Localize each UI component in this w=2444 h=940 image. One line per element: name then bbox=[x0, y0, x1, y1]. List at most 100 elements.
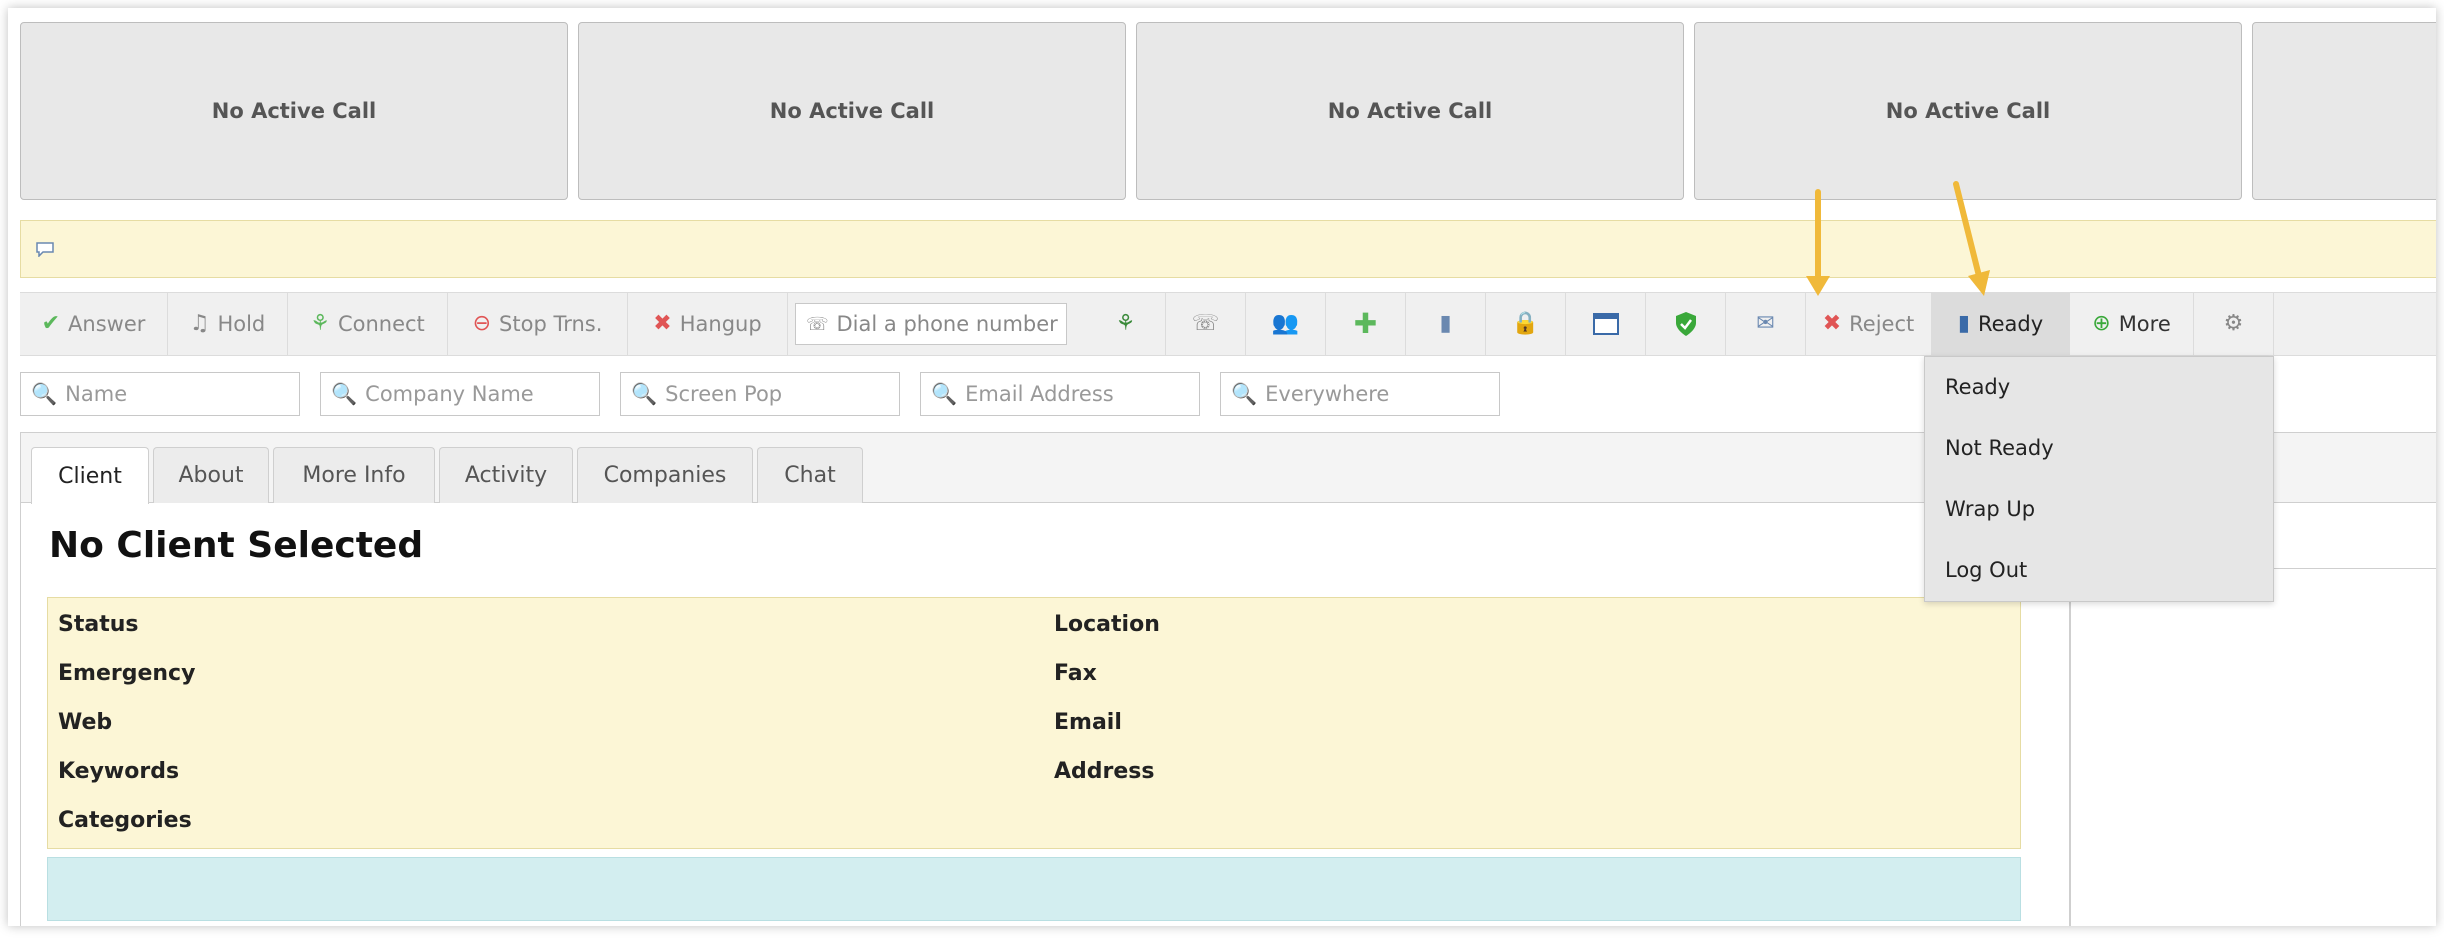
dialpad-button[interactable]: ☏ bbox=[1166, 293, 1246, 355]
address-label: Address bbox=[1054, 759, 1155, 784]
stop-transfer-button[interactable]: ⊖ Stop Trns. bbox=[448, 293, 628, 355]
call-status: No Active Call bbox=[211, 99, 377, 123]
check-icon: ✔ bbox=[41, 311, 61, 336]
status-label: Status bbox=[58, 612, 139, 637]
notification-bar bbox=[20, 220, 2436, 278]
phone-button[interactable]: ▮ bbox=[1406, 293, 1486, 355]
lock-button[interactable]: 🔒 bbox=[1486, 293, 1566, 355]
everywhere-search-field[interactable]: 🔍 Everywhere bbox=[1220, 372, 1500, 416]
hold-button[interactable]: ♫ Hold bbox=[168, 293, 288, 355]
envelope-icon: ✉ bbox=[1756, 311, 1775, 336]
contacts-button[interactable]: 👥 bbox=[1246, 293, 1326, 355]
notes-bar bbox=[47, 857, 2021, 921]
dial-input[interactable]: ☏ Dial a phone number bbox=[795, 303, 1067, 345]
tab-label: Activity bbox=[464, 463, 548, 488]
tab-label: Chat bbox=[784, 463, 836, 488]
tab-client[interactable]: Client bbox=[31, 447, 149, 504]
email-search-field[interactable]: 🔍 Email Address bbox=[920, 372, 1200, 416]
x-icon: ✖ bbox=[1822, 311, 1842, 336]
menu-item-not-ready[interactable]: Not Ready bbox=[1945, 436, 2054, 460]
menu-item-wrap-up[interactable]: Wrap Up bbox=[1945, 497, 2035, 521]
x-icon: ✖ bbox=[653, 311, 672, 336]
web-label: Web bbox=[58, 710, 113, 735]
everywhere-placeholder: Everywhere bbox=[1265, 382, 1390, 406]
fax-label: Fax bbox=[1054, 661, 1097, 686]
transfer-icon: ⚘ bbox=[1115, 311, 1136, 336]
screen-pop-search-field[interactable]: 🔍 Screen Pop bbox=[620, 372, 900, 416]
music-note-icon: ♫ bbox=[189, 311, 210, 336]
call-panel-2[interactable]: No Active Call bbox=[578, 22, 1126, 200]
hold-label: Hold bbox=[217, 312, 266, 336]
call-status: No Active Call bbox=[1885, 99, 2051, 123]
stop-icon: ⊖ bbox=[472, 311, 492, 336]
transfer-icon-button[interactable]: ⚘ bbox=[1086, 293, 1166, 355]
tab-about[interactable]: About bbox=[153, 447, 269, 503]
screen-pop-placeholder: Screen Pop bbox=[665, 382, 783, 406]
hangup-button[interactable]: ✖ Hangup bbox=[628, 293, 788, 355]
plus-icon: ✚ bbox=[1353, 307, 1378, 340]
tab-activity[interactable]: Activity bbox=[439, 447, 573, 503]
answer-button[interactable]: ✔ Answer bbox=[20, 293, 168, 355]
add-button[interactable]: ✚ bbox=[1326, 293, 1406, 355]
email-button[interactable]: ✉ bbox=[1726, 293, 1806, 355]
more-label: More bbox=[2118, 312, 2171, 336]
tab-label: Companies bbox=[603, 463, 727, 488]
window-icon bbox=[1592, 313, 1619, 335]
mobile-phone-icon: ▮ bbox=[1957, 311, 1970, 336]
company-placeholder: Company Name bbox=[365, 382, 534, 406]
reject-label: Reject bbox=[1849, 312, 1915, 336]
call-panel-5[interactable] bbox=[2252, 22, 2436, 200]
app-window: No Active Call No Active Call No Active … bbox=[8, 8, 2436, 926]
call-panels: No Active Call No Active Call No Active … bbox=[20, 22, 2436, 202]
client-info-box: Status Emergency Web Keywords Categories… bbox=[47, 597, 2021, 849]
name-placeholder: Name bbox=[65, 382, 128, 406]
reject-button[interactable]: ✖ Reject bbox=[1806, 293, 1932, 355]
people-icon: 👥 bbox=[1271, 311, 1300, 336]
menu-item-ready[interactable]: Ready bbox=[1945, 375, 2010, 399]
tab-bar: Client About More Info Activity Companie… bbox=[21, 433, 2069, 504]
connect-button[interactable]: ⚘ Connect bbox=[288, 293, 448, 355]
tab-more-info[interactable]: More Info bbox=[273, 447, 435, 503]
mobile-phone-icon: ▮ bbox=[1439, 311, 1452, 336]
gear-icon: ⚙ bbox=[2223, 311, 2244, 336]
status-dropdown-menu: Ready Not Ready Wrap Up Log Out bbox=[1924, 356, 2274, 602]
more-button[interactable]: ⊕ More bbox=[2070, 293, 2194, 355]
stop-transfer-label: Stop Trns. bbox=[499, 312, 603, 336]
annotation-arrow-ready bbox=[1953, 181, 1990, 296]
search-icon: 🔍 bbox=[331, 381, 358, 406]
ready-status-button[interactable]: ▮ Ready bbox=[1932, 293, 2070, 355]
name-search-field[interactable]: 🔍 Name bbox=[20, 372, 300, 416]
client-panel: Client About More Info Activity Companie… bbox=[20, 432, 2070, 926]
email-placeholder: Email Address bbox=[965, 382, 1114, 406]
call-status: No Active Call bbox=[1327, 99, 1493, 123]
connect-icon: ⚘ bbox=[310, 311, 330, 336]
search-icon: 🔍 bbox=[31, 381, 58, 406]
tab-label: About bbox=[178, 463, 244, 488]
dialpad-icon: ☏ bbox=[1191, 311, 1220, 336]
email-label: Email bbox=[1054, 710, 1122, 735]
ready-label: Ready bbox=[1977, 312, 2044, 336]
keywords-label: Keywords bbox=[58, 759, 180, 784]
annotation-arrow-reject bbox=[1806, 189, 1830, 296]
dial-placeholder: Dial a phone number bbox=[836, 312, 1058, 336]
company-search-field[interactable]: 🔍 Company Name bbox=[320, 372, 600, 416]
location-label: Location bbox=[1054, 612, 1160, 637]
call-panel-3[interactable]: No Active Call bbox=[1136, 22, 1684, 200]
tab-companies[interactable]: Companies bbox=[577, 447, 753, 503]
window-button[interactable] bbox=[1566, 293, 1646, 355]
categories-label: Categories bbox=[58, 808, 192, 833]
call-panel-4[interactable]: No Active Call bbox=[1694, 22, 2242, 200]
hangup-label: Hangup bbox=[679, 312, 762, 336]
search-icon: 🔍 bbox=[631, 381, 658, 406]
emergency-label: Emergency bbox=[58, 661, 196, 686]
connect-label: Connect bbox=[337, 312, 425, 336]
call-status: No Active Call bbox=[769, 99, 935, 123]
menu-item-log-out[interactable]: Log Out bbox=[1945, 558, 2027, 582]
search-icon: 🔍 bbox=[1231, 381, 1258, 406]
speech-bubble-icon[interactable] bbox=[35, 241, 55, 257]
settings-button[interactable]: ⚙ bbox=[2194, 293, 2274, 355]
call-panel-1[interactable]: No Active Call bbox=[20, 22, 568, 200]
shield-button[interactable] bbox=[1646, 293, 1726, 355]
lock-icon: 🔒 bbox=[1511, 311, 1540, 336]
tab-chat[interactable]: Chat bbox=[757, 447, 863, 503]
